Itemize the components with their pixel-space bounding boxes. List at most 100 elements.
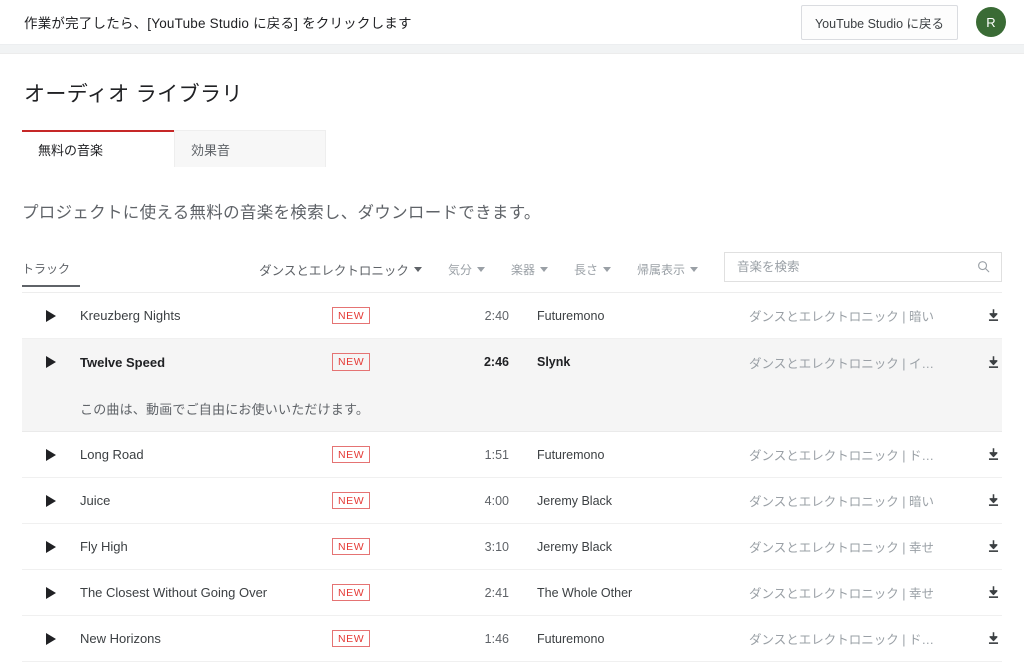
play-button[interactable] <box>22 449 80 461</box>
tab-sound-effects[interactable]: 効果音 <box>174 130 326 167</box>
track-artist: Jeremy Black <box>515 540 745 554</box>
track-badge-cell: NEW <box>332 538 437 555</box>
track-duration: 2:46 <box>437 355 515 369</box>
play-icon <box>46 310 56 322</box>
filter-length-label: 長さ <box>574 261 598 278</box>
play-button[interactable] <box>22 356 80 368</box>
table-row[interactable]: New Horizons NEW 1:46 Futuremono ダンスとエレク… <box>22 616 1002 662</box>
track-artist: Futuremono <box>515 448 745 462</box>
status-badge: NEW <box>332 538 370 555</box>
track-title: Fly High <box>80 539 332 554</box>
search-input[interactable] <box>737 260 976 274</box>
filter-genre-label: ダンスとエレクトロニック <box>259 260 409 279</box>
filter-length[interactable]: 長さ <box>574 261 611 278</box>
track-row-group-selected: Twelve Speed NEW 2:46 Slynk ダンスとエレクトロニック… <box>22 339 1002 432</box>
back-to-youtube-studio-button[interactable]: YouTube Studio に戻る <box>801 5 958 40</box>
table-row[interactable]: Fly High NEW 3:10 Jeremy Black ダンスとエレクトロ… <box>22 524 1002 570</box>
track-duration: 2:41 <box>437 586 515 600</box>
track-badge-cell: NEW <box>332 492 437 509</box>
play-button[interactable] <box>22 633 80 645</box>
track-artist: Jeremy Black <box>515 494 745 508</box>
download-button[interactable] <box>968 538 1002 555</box>
chevron-down-icon <box>414 267 422 272</box>
download-icon <box>985 354 1002 371</box>
avatar[interactable]: R <box>976 7 1006 37</box>
track-duration: 1:46 <box>437 632 515 646</box>
table-row[interactable]: Kreuzberg Nights NEW 2:40 Futuremono ダンス… <box>22 293 1002 339</box>
track-badge-cell: NEW <box>332 584 437 601</box>
play-icon <box>46 449 56 461</box>
track-duration: 1:51 <box>437 448 515 462</box>
play-icon <box>46 356 56 368</box>
filter-genre[interactable]: ダンスとエレクトロニック <box>259 260 422 279</box>
status-badge: NEW <box>332 446 370 463</box>
chevron-down-icon <box>603 267 611 272</box>
download-icon <box>985 492 1002 509</box>
download-icon <box>985 446 1002 463</box>
chevron-down-icon <box>540 267 548 272</box>
track-row-group: Fly High NEW 3:10 Jeremy Black ダンスとエレクトロ… <box>22 524 1002 570</box>
download-icon <box>985 630 1002 647</box>
track-artist: Futuremono <box>515 632 745 646</box>
tab-free-music[interactable]: 無料の音楽 <box>22 130 174 167</box>
status-badge: NEW <box>332 353 370 370</box>
track-duration: 4:00 <box>437 494 515 508</box>
track-title: Kreuzberg Nights <box>80 308 332 323</box>
track-title: Juice <box>80 493 332 508</box>
table-row[interactable]: Twelve Speed NEW 2:46 Slynk ダンスとエレクトロニック… <box>22 339 1002 385</box>
play-icon <box>46 541 56 553</box>
table-row[interactable]: Long Road NEW 1:51 Futuremono ダンスとエレクトロニ… <box>22 432 1002 478</box>
track-genre: ダンスとエレクトロニック | 幸せ <box>745 537 968 556</box>
play-button[interactable] <box>22 495 80 507</box>
track-row-group: Juice NEW 4:00 Jeremy Black ダンスとエレクトロニック… <box>22 478 1002 524</box>
search-box[interactable] <box>724 252 1002 282</box>
status-badge: NEW <box>332 584 370 601</box>
tab-free-music-label: 無料の音楽 <box>38 140 103 159</box>
status-badge: NEW <box>332 630 370 647</box>
table-row[interactable]: Juice NEW 4:00 Jeremy Black ダンスとエレクトロニック… <box>22 478 1002 524</box>
download-button[interactable] <box>968 630 1002 647</box>
page-header: オーディオ ライブラリ <box>0 54 1024 108</box>
banner-divider <box>0 44 1024 54</box>
track-genre: ダンスとエレクトロニック | ド… <box>745 445 968 464</box>
track-artist: Slynk <box>515 355 745 369</box>
track-row-group: The Closest Without Going Over NEW 2:41 … <box>22 570 1002 616</box>
top-banner-actions: YouTube Studio に戻る R <box>801 5 1006 40</box>
search-icon <box>976 259 991 274</box>
page-title: オーディオ ライブラリ <box>24 78 1000 108</box>
track-genre: ダンスとエレクトロニック | 暗い <box>745 306 968 325</box>
status-badge: NEW <box>332 492 370 509</box>
download-icon <box>985 307 1002 324</box>
track-title: The Closest Without Going Over <box>80 585 332 600</box>
filter-mood[interactable]: 気分 <box>448 261 485 278</box>
filter-instrument[interactable]: 楽器 <box>511 261 548 278</box>
track-title: New Horizons <box>80 631 332 646</box>
play-button[interactable] <box>22 310 80 322</box>
chevron-down-icon <box>690 267 698 272</box>
track-title: Twelve Speed <box>80 355 332 370</box>
track-artist: The Whole Other <box>515 586 745 600</box>
filter-bar: トラック ダンスとエレクトロニック 気分 楽器 長さ 帰属表示 <box>22 253 1002 293</box>
track-title: Long Road <box>80 447 332 462</box>
banner-instruction-text: 作業が完了したら、[YouTube Studio に戻る] をクリックします <box>24 12 412 32</box>
download-button[interactable] <box>968 584 1002 601</box>
play-button[interactable] <box>22 541 80 553</box>
chevron-down-icon <box>477 267 485 272</box>
track-license-note: この曲は、動画でご自由にお使いいただけます。 <box>22 385 1002 431</box>
track-badge-cell: NEW <box>332 307 437 324</box>
download-button[interactable] <box>968 446 1002 463</box>
download-button[interactable] <box>968 354 1002 371</box>
track-list: Kreuzberg Nights NEW 2:40 Futuremono ダンス… <box>22 293 1002 668</box>
download-button[interactable] <box>968 307 1002 324</box>
column-header-track[interactable]: トラック <box>22 260 80 287</box>
table-row[interactable]: The Closest Without Going Over NEW 2:41 … <box>22 570 1002 616</box>
download-button[interactable] <box>968 492 1002 509</box>
filter-attribution[interactable]: 帰属表示 <box>637 261 698 278</box>
download-icon <box>985 584 1002 601</box>
play-button[interactable] <box>22 587 80 599</box>
table-row[interactable]: Night Drive NEW 2:08 The Whole Other ダンス… <box>22 662 1002 668</box>
track-genre: ダンスとエレクトロニック | ド… <box>745 629 968 648</box>
filter-mood-label: 気分 <box>448 261 472 278</box>
top-banner: 作業が完了したら、[YouTube Studio に戻る] をクリックします Y… <box>0 0 1024 44</box>
filter-group: ダンスとエレクトロニック 気分 楽器 長さ 帰属表示 <box>259 252 1002 294</box>
